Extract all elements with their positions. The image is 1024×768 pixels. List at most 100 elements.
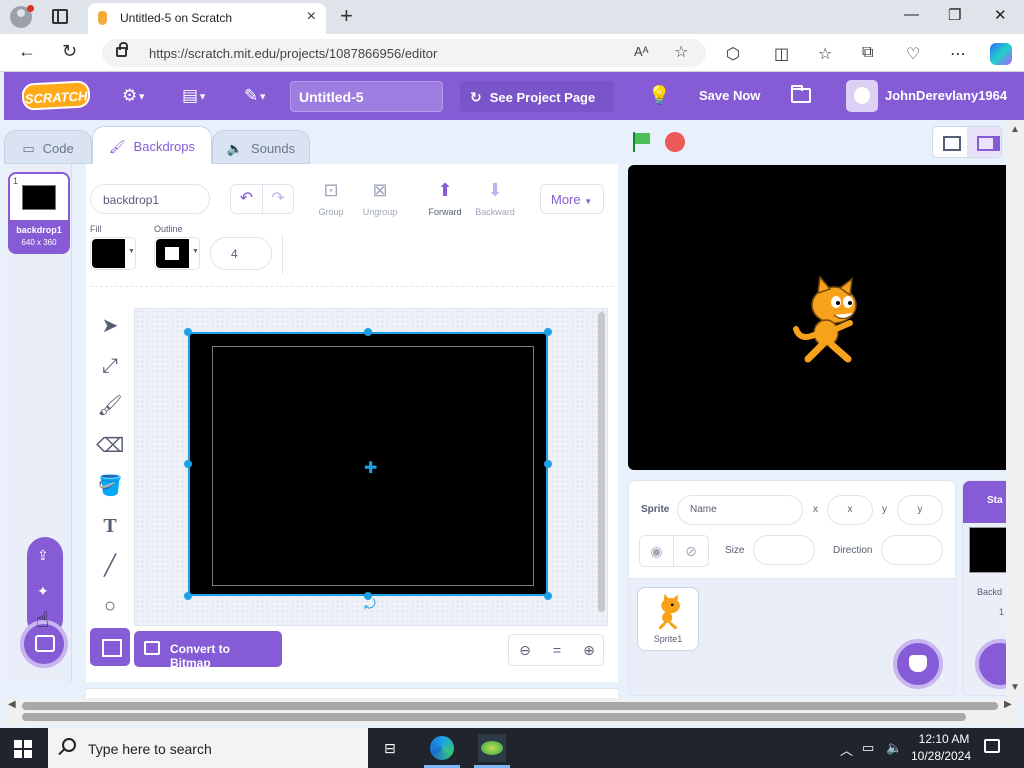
backdrop-name-input[interactable]: backdrop1 [90, 184, 210, 214]
url-field[interactable]: https://scratch.mit.edu/projects/1087866… [102, 39, 706, 67]
tab-sounds[interactable]: 🔈 Sounds [212, 130, 310, 164]
close-window-icon[interactable]: ✕ [994, 6, 1007, 24]
backdrop-tile[interactable]: 1 backdrop1 640 x 360 [8, 172, 70, 254]
undo-icon[interactable]: ↶ [231, 185, 263, 213]
chevron-up-icon[interactable]: ︿ [840, 740, 853, 759]
upload-icon[interactable]: ⇪ [37, 547, 49, 564]
taskbar-search-input[interactable]: Type here to search [48, 728, 368, 768]
windows-start-icon[interactable] [14, 740, 32, 758]
select-tool-icon[interactable]: ➤ [96, 312, 124, 340]
small-stage-icon[interactable] [933, 127, 967, 157]
rotation-handle-icon[interactable]: ⤾ [361, 596, 379, 618]
network-icon[interactable]: ▭ [862, 740, 874, 756]
page-scroll-thumb[interactable] [22, 713, 966, 721]
avatar[interactable] [846, 80, 878, 112]
outline-color-picker[interactable]: ▼ [154, 237, 200, 270]
selected-rectangle-shape[interactable]: ✚ [188, 332, 548, 596]
resize-handle[interactable] [184, 460, 192, 468]
scroll-down-icon[interactable]: ▼ [1010, 682, 1020, 693]
zoom-reset-button[interactable]: = [541, 635, 573, 665]
reshape-tool-icon[interactable]: ⤢ [96, 352, 124, 380]
resize-handle[interactable] [544, 592, 552, 600]
resize-handle[interactable] [544, 460, 552, 468]
convert-to-bitmap-button[interactable]: Convert to Bitmap [134, 631, 282, 670]
project-title-input[interactable]: Untitled-5 [290, 81, 443, 112]
my-stuff-folder-icon[interactable] [791, 85, 811, 103]
x-input[interactable]: x [827, 495, 873, 525]
eye-off-icon[interactable]: ⊘ [674, 536, 708, 566]
zoom-in-icon[interactable]: ⊕ [573, 635, 605, 665]
notifications-icon[interactable] [984, 739, 1000, 753]
eye-icon[interactable]: ◉ [640, 536, 674, 566]
app-icon[interactable] [478, 734, 506, 762]
close-tab-icon[interactable]: × [307, 8, 316, 26]
redo-icon[interactable]: ↷ [263, 185, 293, 213]
normal-stage-icon[interactable] [967, 127, 1001, 157]
back-icon[interactable]: ← [18, 41, 36, 62]
tab-code[interactable]: ▭ Code [4, 130, 92, 164]
tab-backdrops[interactable]: 🖌 Backdrops [92, 126, 212, 164]
new-tab-icon[interactable]: + [340, 3, 353, 29]
scroll-up-icon[interactable]: ▲ [1010, 124, 1020, 135]
save-now-button[interactable]: Save Now [699, 88, 760, 103]
line-tool-icon[interactable]: ╱ [96, 552, 124, 580]
text-tool-icon[interactable]: T [96, 512, 124, 540]
copilot-icon[interactable] [990, 43, 1012, 65]
sprite-name-input[interactable]: Name [677, 495, 803, 525]
cat-sprite-icon[interactable] [788, 275, 868, 365]
scratch-logo[interactable]: SCRATCH [21, 80, 91, 111]
extensions-icon[interactable]: ⬡ [726, 44, 740, 64]
stop-icon[interactable] [665, 132, 685, 152]
backward-button[interactable]: ⬇ Backward [468, 180, 522, 217]
stage-pane[interactable]: Sta Backd 1 [962, 480, 1012, 696]
task-view-icon[interactable]: ⊟ [384, 740, 396, 757]
scroll-right-icon[interactable]: ▶ [1004, 699, 1012, 710]
lightbulb-icon[interactable]: 💡 [648, 85, 670, 106]
circle-tool-icon[interactable]: ○ [96, 592, 124, 620]
eraser-tool-icon[interactable]: ⌫ [96, 432, 124, 460]
clock-time[interactable]: 12:10 AM [914, 732, 974, 746]
browser-tab-active[interactable]: Untitled-5 on Scratch × [88, 3, 326, 34]
rectangle-tool-icon[interactable] [90, 628, 130, 666]
edge-browser-icon[interactable] [430, 736, 454, 760]
read-aloud-icon[interactable]: Aᴬ [634, 44, 649, 59]
brush-tool-icon[interactable]: 🖌 [96, 392, 124, 420]
fill-color-picker[interactable]: ▼ [90, 237, 136, 270]
resize-handle[interactable] [544, 328, 552, 336]
clock-date[interactable]: 10/28/2024 [908, 749, 974, 763]
more-button[interactable]: More ▼ [540, 184, 604, 214]
group-button[interactable]: ⊡ Group [304, 180, 358, 217]
restore-icon[interactable]: ❐ [948, 6, 961, 24]
resize-handle[interactable] [184, 328, 192, 336]
more-options-icon[interactable]: ⋯ [950, 44, 966, 64]
refresh-icon[interactable]: ↻ [62, 41, 77, 62]
green-flag-icon[interactable] [632, 132, 652, 152]
ungroup-button[interactable]: ⊠ Ungroup [353, 180, 407, 217]
favorite-star-icon[interactable]: ☆ [674, 42, 688, 62]
file-menu-icon[interactable]: ▤▼ [182, 86, 207, 106]
choose-sprite-button[interactable] [893, 639, 943, 689]
canvas-scrollbar[interactable] [598, 312, 605, 612]
resize-handle[interactable] [364, 328, 372, 336]
settings-gear-icon[interactable]: ⚙▼ [122, 86, 146, 106]
split-screen-icon[interactable]: ◫ [774, 44, 789, 64]
minimize-icon[interactable]: — [904, 6, 919, 23]
zoom-out-icon[interactable]: ⊖ [509, 635, 541, 665]
stage[interactable] [628, 165, 1006, 470]
favorites-icon[interactable]: ☆ [818, 44, 832, 64]
vertical-scrollbar[interactable]: ▲ ▼ [1006, 120, 1024, 698]
edit-pencil-icon[interactable]: ✎▼ [244, 86, 267, 106]
size-input[interactable] [753, 535, 815, 565]
collections-icon[interactable]: ⧉ [862, 44, 873, 62]
outline-width-input[interactable]: 4 [210, 237, 272, 270]
resize-handle[interactable] [184, 592, 192, 600]
horizontal-scrollbar[interactable]: ◀ ▶ [4, 698, 1020, 726]
volume-icon[interactable]: 🔈 [886, 740, 902, 756]
see-project-page-button[interactable]: ↻ See Project Page [460, 81, 614, 112]
horizontal-scroll-thumb[interactable] [22, 702, 998, 710]
browser-essentials-icon[interactable]: ♡ [906, 44, 920, 64]
direction-input[interactable] [881, 535, 943, 565]
fill-tool-icon[interactable]: 🪣 [96, 472, 124, 500]
y-input[interactable]: y [897, 495, 943, 525]
surprise-icon[interactable]: ✦ [37, 583, 49, 600]
